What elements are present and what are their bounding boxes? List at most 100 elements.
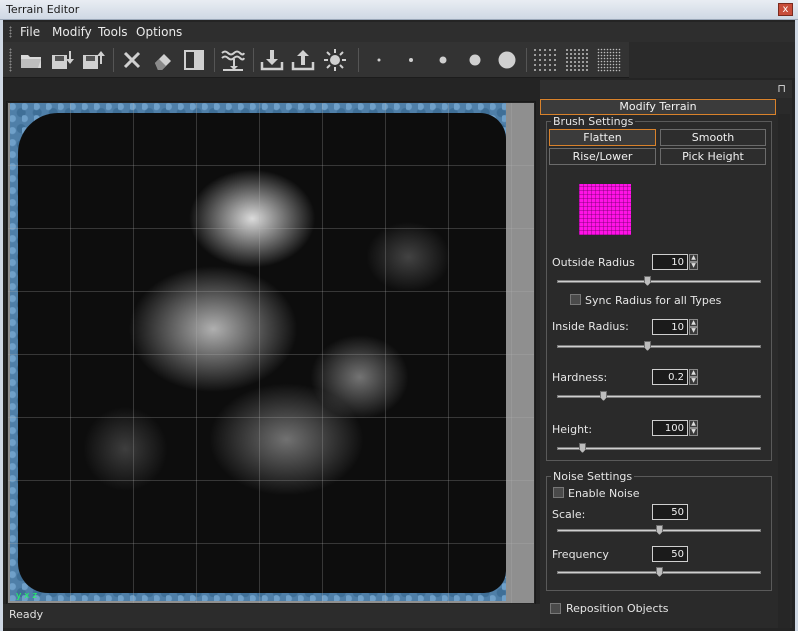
hardness-label: Hardness: [552, 371, 608, 384]
save-up-icon[interactable] [79, 47, 107, 73]
outside-radius-slider[interactable] [557, 276, 761, 286]
inside-radius-label: Inside Radius: [552, 320, 629, 333]
toolbar-separator [526, 48, 527, 72]
slider-track [557, 345, 761, 348]
panel-icon[interactable] [180, 47, 208, 73]
eraser-icon[interactable] [149, 47, 177, 73]
scale-input[interactable] [652, 504, 688, 520]
pin-icon[interactable]: ⊓ [777, 82, 786, 95]
flatten-button[interactable]: Flatten [549, 129, 656, 146]
reposition-objects-label: Reposition Objects [566, 602, 669, 615]
sync-radius-checkbox[interactable] [570, 294, 581, 305]
height-slider[interactable] [557, 443, 761, 453]
window-title: Terrain Editor [6, 3, 80, 16]
spin-up-icon[interactable]: ▲ [689, 420, 698, 428]
spin-down-icon[interactable]: ▼ [689, 327, 698, 335]
slider-thumb[interactable] [656, 525, 663, 535]
slider-track [557, 280, 761, 283]
toolbar-separator [253, 48, 254, 72]
slider-thumb[interactable] [579, 443, 586, 453]
spin-down-icon[interactable]: ▼ [689, 262, 698, 270]
brush-settings-legend: Brush Settings [551, 115, 636, 128]
brush-size-xl-icon[interactable] [493, 47, 521, 73]
panel-header: ⊓ [540, 80, 792, 98]
outside-radius-input[interactable] [652, 254, 688, 270]
status-text: Ready [9, 608, 44, 621]
brush-size-m-icon[interactable] [429, 47, 457, 73]
brush-settings-group: Brush Settings [546, 115, 772, 461]
inside-radius-input[interactable] [652, 319, 688, 335]
panel-scrollbar[interactable] [778, 114, 790, 628]
slider-track [557, 395, 761, 398]
slider-thumb[interactable] [644, 341, 651, 351]
grid-large-icon[interactable] [595, 47, 623, 73]
scale-slider[interactable] [557, 525, 761, 535]
frequency-label: Frequency [552, 548, 609, 561]
frequency-input[interactable] [652, 546, 688, 562]
slider-thumb[interactable] [600, 391, 607, 401]
statusbar: Ready [3, 604, 540, 628]
rise-lower-button[interactable]: Rise/Lower [549, 148, 656, 165]
import-icon[interactable] [258, 47, 286, 73]
axis-gizmo-icon: y x z [16, 591, 38, 601]
outside-radius-label: Outside Radius [552, 256, 635, 269]
smooth-button[interactable]: Smooth [660, 129, 766, 146]
enable-noise-checkbox[interactable] [553, 487, 564, 498]
menubar-grip-icon[interactable] [9, 26, 12, 38]
brush-size-xs-icon[interactable] [365, 47, 393, 73]
scale-spinner[interactable] [652, 504, 688, 520]
scale-label: Scale: [552, 508, 586, 521]
modify-terrain-header[interactable]: Modify Terrain [540, 99, 776, 115]
enable-noise-label: Enable Noise [568, 487, 640, 500]
light-icon[interactable] [321, 47, 349, 73]
water-icon[interactable] [219, 47, 247, 73]
slider-thumb[interactable] [656, 567, 663, 577]
brush-size-s-icon[interactable] [397, 47, 425, 73]
menu-tools[interactable]: Tools [98, 25, 128, 39]
hardness-input[interactable] [652, 369, 688, 385]
menu-modify[interactable]: Modify [52, 25, 92, 39]
toolbar-separator [358, 48, 359, 72]
inside-radius-slider[interactable] [557, 341, 761, 351]
slider-thumb[interactable] [644, 276, 651, 286]
menu-file[interactable]: File [20, 25, 40, 39]
spin-up-icon[interactable]: ▲ [689, 369, 698, 377]
window-titlebar: Terrain Editor x [0, 0, 798, 20]
pick-height-button[interactable]: Pick Height [660, 148, 766, 165]
toolbar [3, 42, 629, 78]
toolbar-empty-area [629, 42, 795, 78]
delete-icon[interactable] [118, 47, 146, 73]
save-down-icon[interactable] [48, 47, 76, 73]
spin-down-icon[interactable]: ▼ [689, 377, 698, 385]
grid-small-icon[interactable] [531, 47, 559, 73]
menubar: File Modify Tools Options [3, 22, 795, 42]
spin-down-icon[interactable]: ▼ [689, 428, 698, 436]
spin-up-icon[interactable]: ▲ [689, 319, 698, 327]
frequency-slider[interactable] [557, 567, 761, 577]
brush-preview [579, 184, 631, 235]
brush-size-l-icon[interactable] [461, 47, 489, 73]
height-label: Height: [552, 423, 593, 436]
hardness-slider[interactable] [557, 391, 761, 401]
viewport-grid [8, 103, 534, 603]
close-icon[interactable]: x [778, 3, 793, 16]
export-icon[interactable] [289, 47, 317, 73]
toolbar-grip-icon[interactable] [9, 48, 12, 72]
toolbar-separator [214, 48, 215, 72]
sync-radius-label: Sync Radius for all Types [585, 294, 722, 307]
slider-track [557, 447, 761, 450]
noise-settings-legend: Noise Settings [551, 470, 635, 483]
height-spinner[interactable]: ▲ ▼ [652, 420, 698, 436]
open-folder-icon[interactable] [17, 47, 45, 73]
spin-up-icon[interactable]: ▲ [689, 254, 698, 262]
outside-radius-spinner[interactable]: ▲ ▼ [652, 254, 698, 270]
frequency-spinner[interactable] [652, 546, 688, 562]
menu-options[interactable]: Options [136, 25, 182, 39]
reposition-objects-checkbox[interactable] [550, 603, 561, 614]
terrain-viewport[interactable]: y x z [8, 103, 534, 603]
hardness-spinner[interactable]: ▲ ▼ [652, 369, 698, 385]
toolbar-separator [113, 48, 114, 72]
height-input[interactable] [652, 420, 688, 436]
inside-radius-spinner[interactable]: ▲ ▼ [652, 319, 698, 335]
grid-medium-icon[interactable] [563, 47, 591, 73]
